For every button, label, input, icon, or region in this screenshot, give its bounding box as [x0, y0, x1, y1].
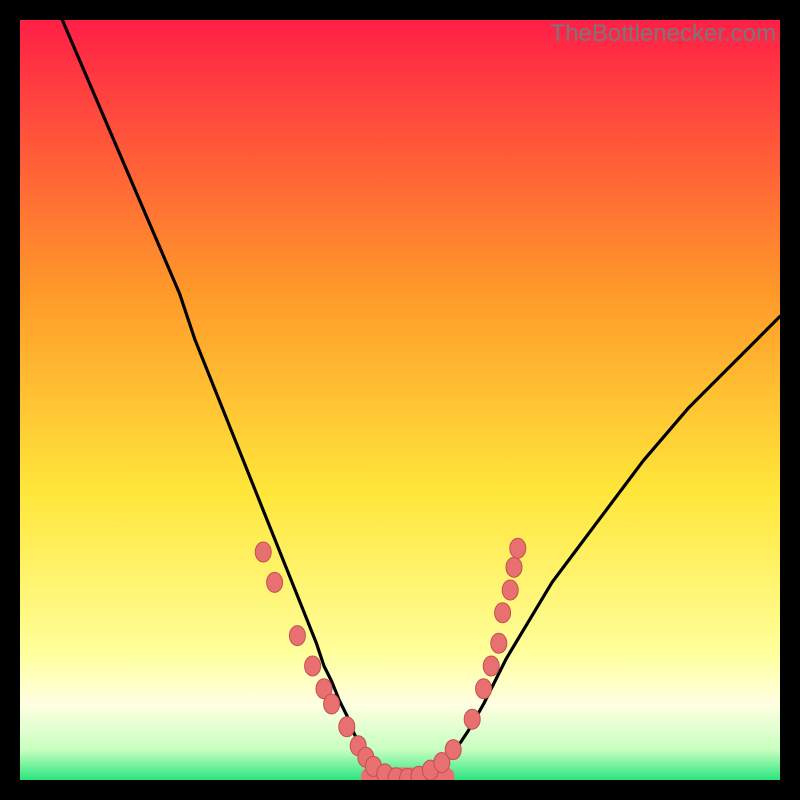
gradient-background — [20, 20, 780, 780]
curve-marker — [339, 717, 355, 737]
curve-marker — [483, 656, 499, 676]
curve-marker — [445, 740, 461, 760]
chart-stage: TheBottlenecker.com — [20, 20, 780, 780]
curve-marker — [510, 538, 526, 558]
plot-svg — [20, 20, 780, 780]
curve-marker — [255, 542, 271, 562]
curve-marker — [506, 557, 522, 577]
curve-marker — [476, 679, 492, 699]
curve-marker — [267, 572, 283, 592]
curve-marker — [289, 626, 305, 646]
curve-marker — [491, 633, 507, 653]
source-watermark: TheBottlenecker.com — [551, 20, 776, 48]
curve-marker — [324, 694, 340, 714]
curve-marker — [464, 709, 480, 729]
curve-marker — [305, 656, 321, 676]
curve-marker — [495, 603, 511, 623]
curve-marker — [502, 580, 518, 600]
